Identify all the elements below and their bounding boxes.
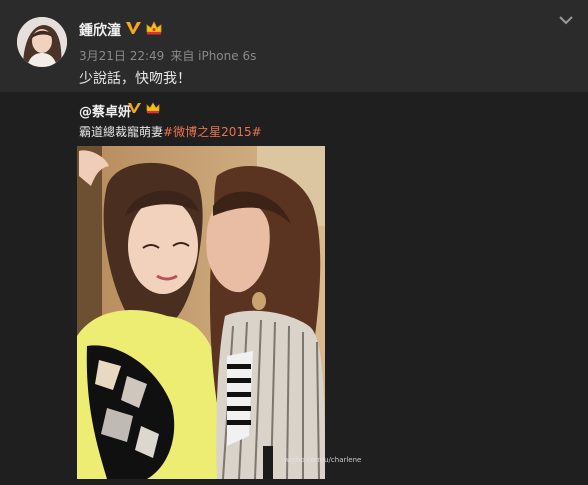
weibo-post: 鍾欣潼 3月21日 22:49 来自 iPhone 6s 少說話，快吻我！ [0, 0, 588, 92]
post-source: 来自 iPhone 6s [170, 49, 257, 63]
photo-watermark: weibo.com/u/charlene [284, 456, 362, 464]
crown-icon[interactable] [145, 101, 161, 115]
repost-text: 霸道總裁寵萌妻#微博之星2015# [79, 123, 262, 140]
repost-photo[interactable] [77, 146, 325, 479]
chevron-down-icon[interactable] [558, 14, 574, 26]
crown-icon[interactable] [145, 20, 163, 36]
post-meta: 3月21日 22:49 来自 iPhone 6s [79, 47, 256, 64]
repost-username[interactable]: @蔡卓妍 [79, 101, 131, 120]
avatar[interactable] [17, 17, 67, 67]
verified-v-icon [128, 103, 141, 113]
verified-v-icon [126, 22, 141, 34]
post-time[interactable]: 3月21日 22:49 [79, 49, 164, 63]
post-text: 少說話，快吻我！ [79, 71, 191, 87]
hashtag-link[interactable]: #微博之星2015# [163, 125, 262, 139]
repost-body: 霸道總裁寵萌妻 [79, 125, 164, 139]
post-username[interactable]: 鍾欣潼 [79, 20, 121, 40]
